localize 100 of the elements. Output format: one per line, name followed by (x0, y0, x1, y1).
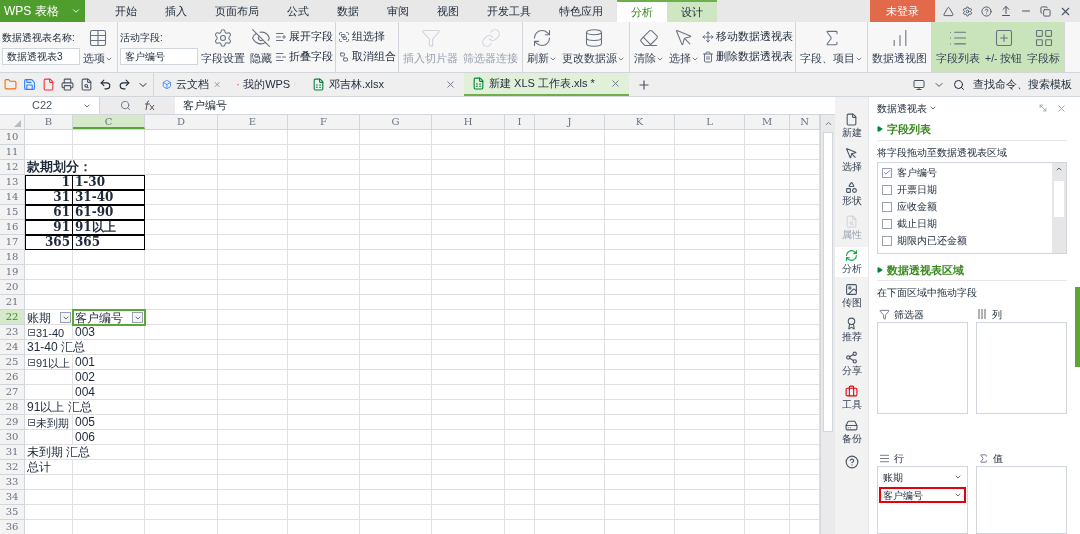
row-header[interactable]: 35 (0, 505, 25, 520)
column-header[interactable]: K (605, 115, 675, 129)
preview-icon[interactable] (80, 78, 93, 91)
plus-icon[interactable] (637, 77, 651, 92)
checkbox[interactable] (882, 235, 892, 246)
menu-tab[interactable]: 分析 (617, 0, 667, 22)
row-header[interactable]: 31 (0, 445, 25, 460)
ribbon-button[interactable]: 更改数据源 (560, 22, 627, 72)
menu-tab[interactable]: 设计 (667, 0, 717, 22)
side-tool-button[interactable]: 形状 (835, 179, 868, 209)
row-header[interactable]: 22 (0, 310, 25, 325)
row-header[interactable]: 15 (0, 205, 25, 220)
ribbon-button[interactable]: 清除 (632, 22, 666, 72)
monitor-icon[interactable] (913, 78, 925, 91)
close-icon[interactable] (445, 79, 456, 90)
side-tool-button[interactable]: 新建 (835, 111, 868, 141)
row-header[interactable]: 11 (0, 145, 25, 160)
row-header[interactable]: 17 (0, 235, 25, 250)
menu-tab[interactable]: 公式 (273, 0, 323, 22)
column-header[interactable]: G (360, 115, 432, 129)
menu-tab[interactable]: 开始 (101, 0, 151, 22)
field-label[interactable]: 开票日期 (897, 182, 937, 197)
drop-area[interactable]: 账期 客户编号 (877, 466, 968, 534)
checkbox[interactable] (882, 218, 892, 229)
document-tab[interactable]: 新建 XLS 工作表.xls * (464, 73, 629, 96)
row-header[interactable]: 14 (0, 190, 25, 205)
filter-dropdown-button[interactable] (132, 312, 143, 323)
file-icon[interactable] (42, 78, 55, 91)
collapse-icon[interactable] (28, 329, 35, 336)
menu-tab[interactable]: 特色应用 (545, 0, 617, 22)
menu-tab[interactable]: 审阅 (373, 0, 423, 22)
help-icon[interactable] (844, 455, 859, 469)
row-header[interactable]: 23 (0, 325, 25, 340)
side-tool-button[interactable]: 选择 (835, 145, 868, 175)
ribbon-button[interactable]: 删除数据透视表 (702, 49, 793, 65)
field-label[interactable]: 期限内已还金额 (897, 233, 967, 248)
triangle-icon[interactable] (877, 126, 883, 133)
help-icon[interactable] (981, 5, 992, 17)
gear-icon[interactable] (962, 5, 973, 17)
row-header[interactable]: 21 (0, 295, 25, 310)
column-header[interactable]: M (745, 115, 790, 129)
panel-title[interactable]: 数据透视表 (877, 100, 927, 116)
row-header[interactable]: 24 (0, 340, 25, 355)
table-cell[interactable]: 客户编号 (73, 310, 145, 325)
column-header[interactable]: H (432, 115, 505, 129)
side-tool-button[interactable]: 分享 (835, 349, 868, 379)
row-header[interactable]: 25 (0, 355, 25, 370)
collapse-icon[interactable] (28, 419, 35, 426)
panel-handle[interactable] (1075, 287, 1080, 367)
column-header[interactable]: L (675, 115, 745, 129)
menu-tab[interactable]: 数据 (323, 0, 373, 22)
side-tool-button[interactable]: 分析 (835, 247, 868, 277)
row-header[interactable]: 12 (0, 160, 25, 175)
checkbox[interactable] (882, 167, 892, 178)
field-label[interactable]: 应收金额 (897, 199, 937, 214)
field-label[interactable]: 客户编号 (897, 165, 937, 180)
highlighted-field-item[interactable]: 客户编号 (879, 487, 966, 503)
ribbon-button[interactable]: 字段标 (1025, 22, 1063, 72)
ribbon-button[interactable]: 组选择 (338, 29, 396, 45)
filter-dropdown-button[interactable] (60, 312, 71, 323)
ribbon-button[interactable]: 选择 (667, 22, 701, 72)
triangle-icon[interactable] (877, 266, 883, 273)
ribbon-button[interactable]: +/- 按钮 (983, 22, 1025, 72)
collapse-icon[interactable] (28, 359, 35, 366)
document-tab[interactable]: 云文档 (154, 73, 229, 96)
ribbon-button[interactable]: 移动数据透视表 (702, 29, 793, 45)
folder-icon[interactable] (4, 78, 17, 91)
save-icon[interactable] (23, 78, 36, 91)
side-tool-button[interactable]: 推荐 (835, 315, 868, 345)
row-header[interactable]: 18 (0, 250, 25, 265)
side-tool-button[interactable]: 备份 (835, 417, 868, 447)
row-header[interactable]: 33 (0, 475, 25, 490)
ribbon-button[interactable]: 折叠字段 (275, 49, 333, 65)
field-label[interactable]: 截止日期 (897, 216, 937, 231)
search-icon[interactable] (953, 78, 965, 91)
vertical-scrollbar[interactable] (820, 115, 835, 534)
ribbon-button[interactable]: 隐藏 (248, 22, 274, 72)
row-header[interactable]: 16 (0, 220, 25, 235)
row-header[interactable]: 27 (0, 385, 25, 400)
ribbon-button[interactable]: 字段列表 (934, 22, 982, 72)
document-tab[interactable]: 我的WPS (229, 73, 304, 96)
restore-icon[interactable] (1040, 5, 1051, 17)
row-header[interactable]: 34 (0, 490, 25, 505)
side-tool-button[interactable]: 传图 (835, 281, 868, 311)
printer-icon[interactable] (61, 78, 74, 91)
row-header[interactable]: 20 (0, 280, 25, 295)
input-field[interactable]: 数据透视表3 (2, 47, 80, 65)
scroll-up-icon[interactable] (823, 119, 833, 128)
name-box[interactable]: C22 (8, 97, 53, 114)
row-header[interactable]: 36 (0, 520, 25, 534)
checkbox[interactable] (882, 184, 892, 195)
ribbon-button[interactable]: 数据透视图 (870, 22, 929, 72)
ribbon-button[interactable]: 字段设置 (199, 22, 247, 72)
list-scrollbar[interactable] (1052, 162, 1066, 253)
row-header[interactable]: 26 (0, 370, 25, 385)
ribbon-button[interactable]: 刷新 (525, 22, 559, 72)
row-header[interactable]: 28 (0, 400, 25, 415)
dock-icon[interactable] (1038, 103, 1048, 113)
row-header[interactable]: 32 (0, 460, 25, 475)
checkbox[interactable] (882, 201, 892, 212)
